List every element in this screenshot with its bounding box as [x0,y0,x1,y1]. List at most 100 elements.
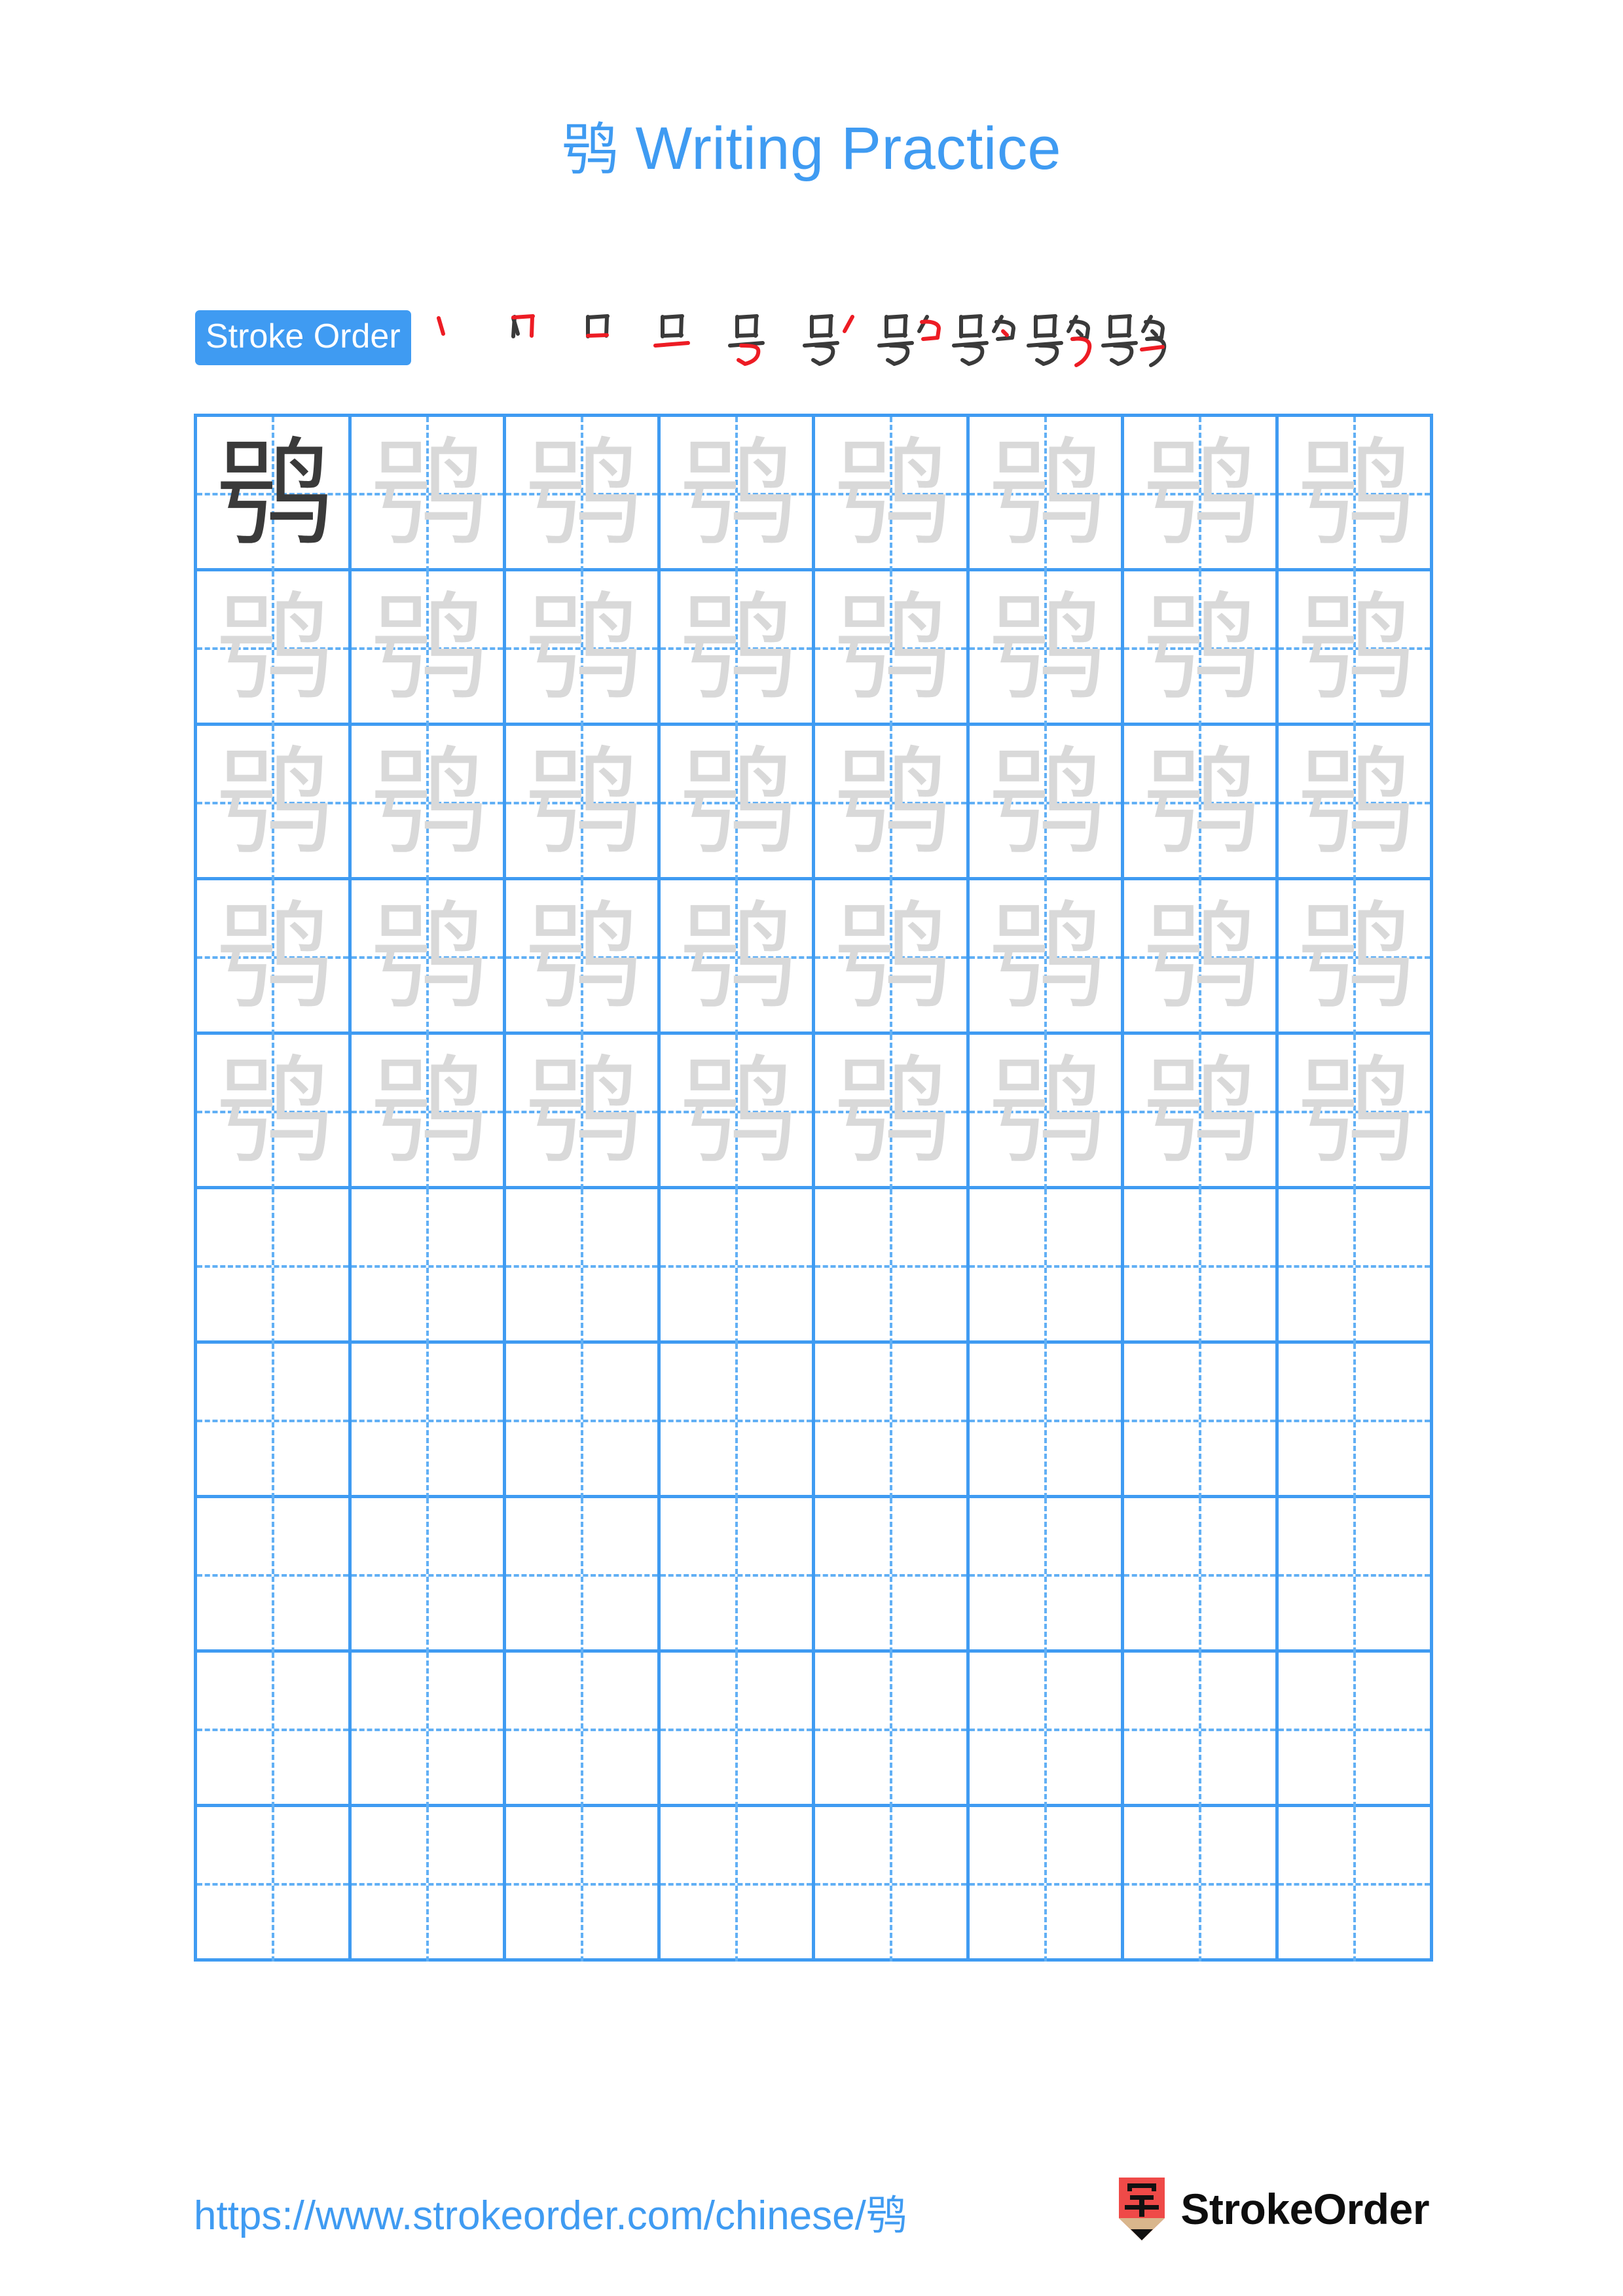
grid-cell[interactable]: 鸮 [661,880,815,1035]
grid-cell[interactable]: 鸮 [815,1035,970,1189]
tracing-character: 鸮 [834,426,951,562]
grid-cell[interactable] [815,1807,970,1962]
grid-cell[interactable]: 鸮 [970,880,1124,1035]
grid-cell[interactable]: 鸮 [661,571,815,726]
grid-cell[interactable] [197,1189,352,1344]
grid-cell[interactable]: 鸮 [815,880,970,1035]
stroke-step-5 [721,308,796,368]
grid-cell[interactable] [506,1498,661,1653]
grid-cell[interactable] [1279,1807,1433,1962]
grid-cell[interactable]: 鸮 [661,726,815,880]
grid-cell[interactable] [197,1807,352,1962]
stroke-step-4 [647,308,721,368]
grid-cell[interactable] [661,1807,815,1962]
grid-cell[interactable]: 鸮 [197,880,352,1035]
grid-cell[interactable]: 鸮 [197,417,352,571]
grid-cell[interactable]: 鸮 [352,726,506,880]
grid-cell[interactable]: 鸮 [506,880,661,1035]
tracing-character: 鸮 [1143,889,1260,1025]
grid-cell[interactable]: 鸮 [352,417,506,571]
grid-cell[interactable] [970,1189,1124,1344]
grid-cell[interactable] [1124,1344,1279,1498]
tracing-character: 鸮 [834,889,951,1025]
grid-cell[interactable]: 鸮 [352,571,506,726]
grid-cell[interactable]: 鸮 [815,417,970,571]
grid-cell[interactable]: 鸮 [970,1035,1124,1189]
grid-cell[interactable]: 鸮 [197,571,352,726]
grid-cell[interactable]: 鸮 [197,726,352,880]
grid-cell[interactable] [352,1653,506,1807]
grid-cell[interactable]: 鸮 [970,571,1124,726]
tracing-character: 鸮 [989,889,1105,1025]
grid-cell[interactable] [815,1344,970,1498]
tracing-character: 鸮 [371,735,487,870]
grid-cell[interactable] [506,1807,661,1962]
grid-cell[interactable]: 鸮 [1279,1035,1433,1189]
grid-cell[interactable] [352,1498,506,1653]
grid-cell[interactable]: 鸮 [352,880,506,1035]
grid-cell[interactable] [197,1653,352,1807]
tracing-character: 鸮 [216,581,333,716]
grid-cell[interactable] [506,1189,661,1344]
grid-cell[interactable]: 鸮 [815,571,970,726]
tracing-character: 鸮 [680,1044,796,1179]
grid-cell[interactable] [815,1189,970,1344]
grid-cell[interactable]: 鸮 [1279,726,1433,880]
tracing-character: 鸮 [1143,1044,1260,1179]
grid-cell[interactable]: 鸮 [661,417,815,571]
grid-cell[interactable] [661,1498,815,1653]
grid-cell[interactable] [352,1189,506,1344]
grid-cell[interactable] [1124,1189,1279,1344]
tracing-character: 鸮 [216,889,333,1025]
brand-name: StrokeOrder [1180,2185,1429,2233]
grid-cell[interactable]: 鸮 [506,1035,661,1189]
grid-cell[interactable]: 鸮 [197,1035,352,1189]
grid-cell[interactable] [661,1189,815,1344]
grid-cell[interactable]: 鸮 [506,726,661,880]
grid-cell[interactable] [815,1498,970,1653]
strokeorder-logo-icon [1116,2178,1167,2240]
stroke-step-10 [1095,308,1169,368]
tracing-character: 鸮 [680,426,796,562]
grid-cell[interactable] [970,1498,1124,1653]
grid-cell[interactable] [1279,1498,1433,1653]
grid-cell[interactable] [1124,1498,1279,1653]
grid-cell[interactable] [197,1344,352,1498]
grid-row: 鸮鸮鸮鸮鸮鸮鸮鸮 [197,1035,1433,1189]
grid-cell[interactable]: 鸮 [1124,417,1279,571]
grid-cell[interactable] [506,1344,661,1498]
grid-cell[interactable] [970,1807,1124,1962]
page-title: 鸮 Writing Practice [0,103,1623,185]
grid-cell[interactable]: 鸮 [506,571,661,726]
grid-cell[interactable] [352,1344,506,1498]
grid-cell[interactable]: 鸮 [1279,571,1433,726]
grid-cell[interactable]: 鸮 [1279,880,1433,1035]
grid-cell[interactable] [970,1344,1124,1498]
tracing-character: 鸮 [525,889,642,1025]
grid-cell[interactable] [1124,1807,1279,1962]
grid-cell[interactable]: 鸮 [1124,571,1279,726]
grid-cell[interactable] [815,1653,970,1807]
grid-cell[interactable]: 鸮 [1279,417,1433,571]
grid-cell[interactable] [1279,1653,1433,1807]
grid-cell[interactable]: 鸮 [970,417,1124,571]
grid-cell[interactable]: 鸮 [1124,880,1279,1035]
grid-cell[interactable]: 鸮 [970,726,1124,880]
tracing-character: 鸮 [1298,426,1414,562]
grid-cell[interactable] [1279,1189,1433,1344]
grid-cell[interactable] [1124,1653,1279,1807]
grid-cell[interactable] [661,1653,815,1807]
grid-cell[interactable]: 鸮 [352,1035,506,1189]
grid-cell[interactable] [661,1344,815,1498]
grid-cell[interactable] [1279,1344,1433,1498]
grid-cell[interactable] [506,1653,661,1807]
grid-cell[interactable]: 鸮 [661,1035,815,1189]
grid-cell[interactable] [970,1653,1124,1807]
grid-cell[interactable]: 鸮 [506,417,661,571]
grid-cell[interactable]: 鸮 [1124,726,1279,880]
grid-cell[interactable]: 鸮 [1124,1035,1279,1189]
grid-cell[interactable]: 鸮 [815,726,970,880]
grid-cell[interactable] [352,1807,506,1962]
footer-url-link[interactable]: https://www.strokeorder.com/chinese/鸮 [194,2182,907,2241]
grid-cell[interactable] [197,1498,352,1653]
